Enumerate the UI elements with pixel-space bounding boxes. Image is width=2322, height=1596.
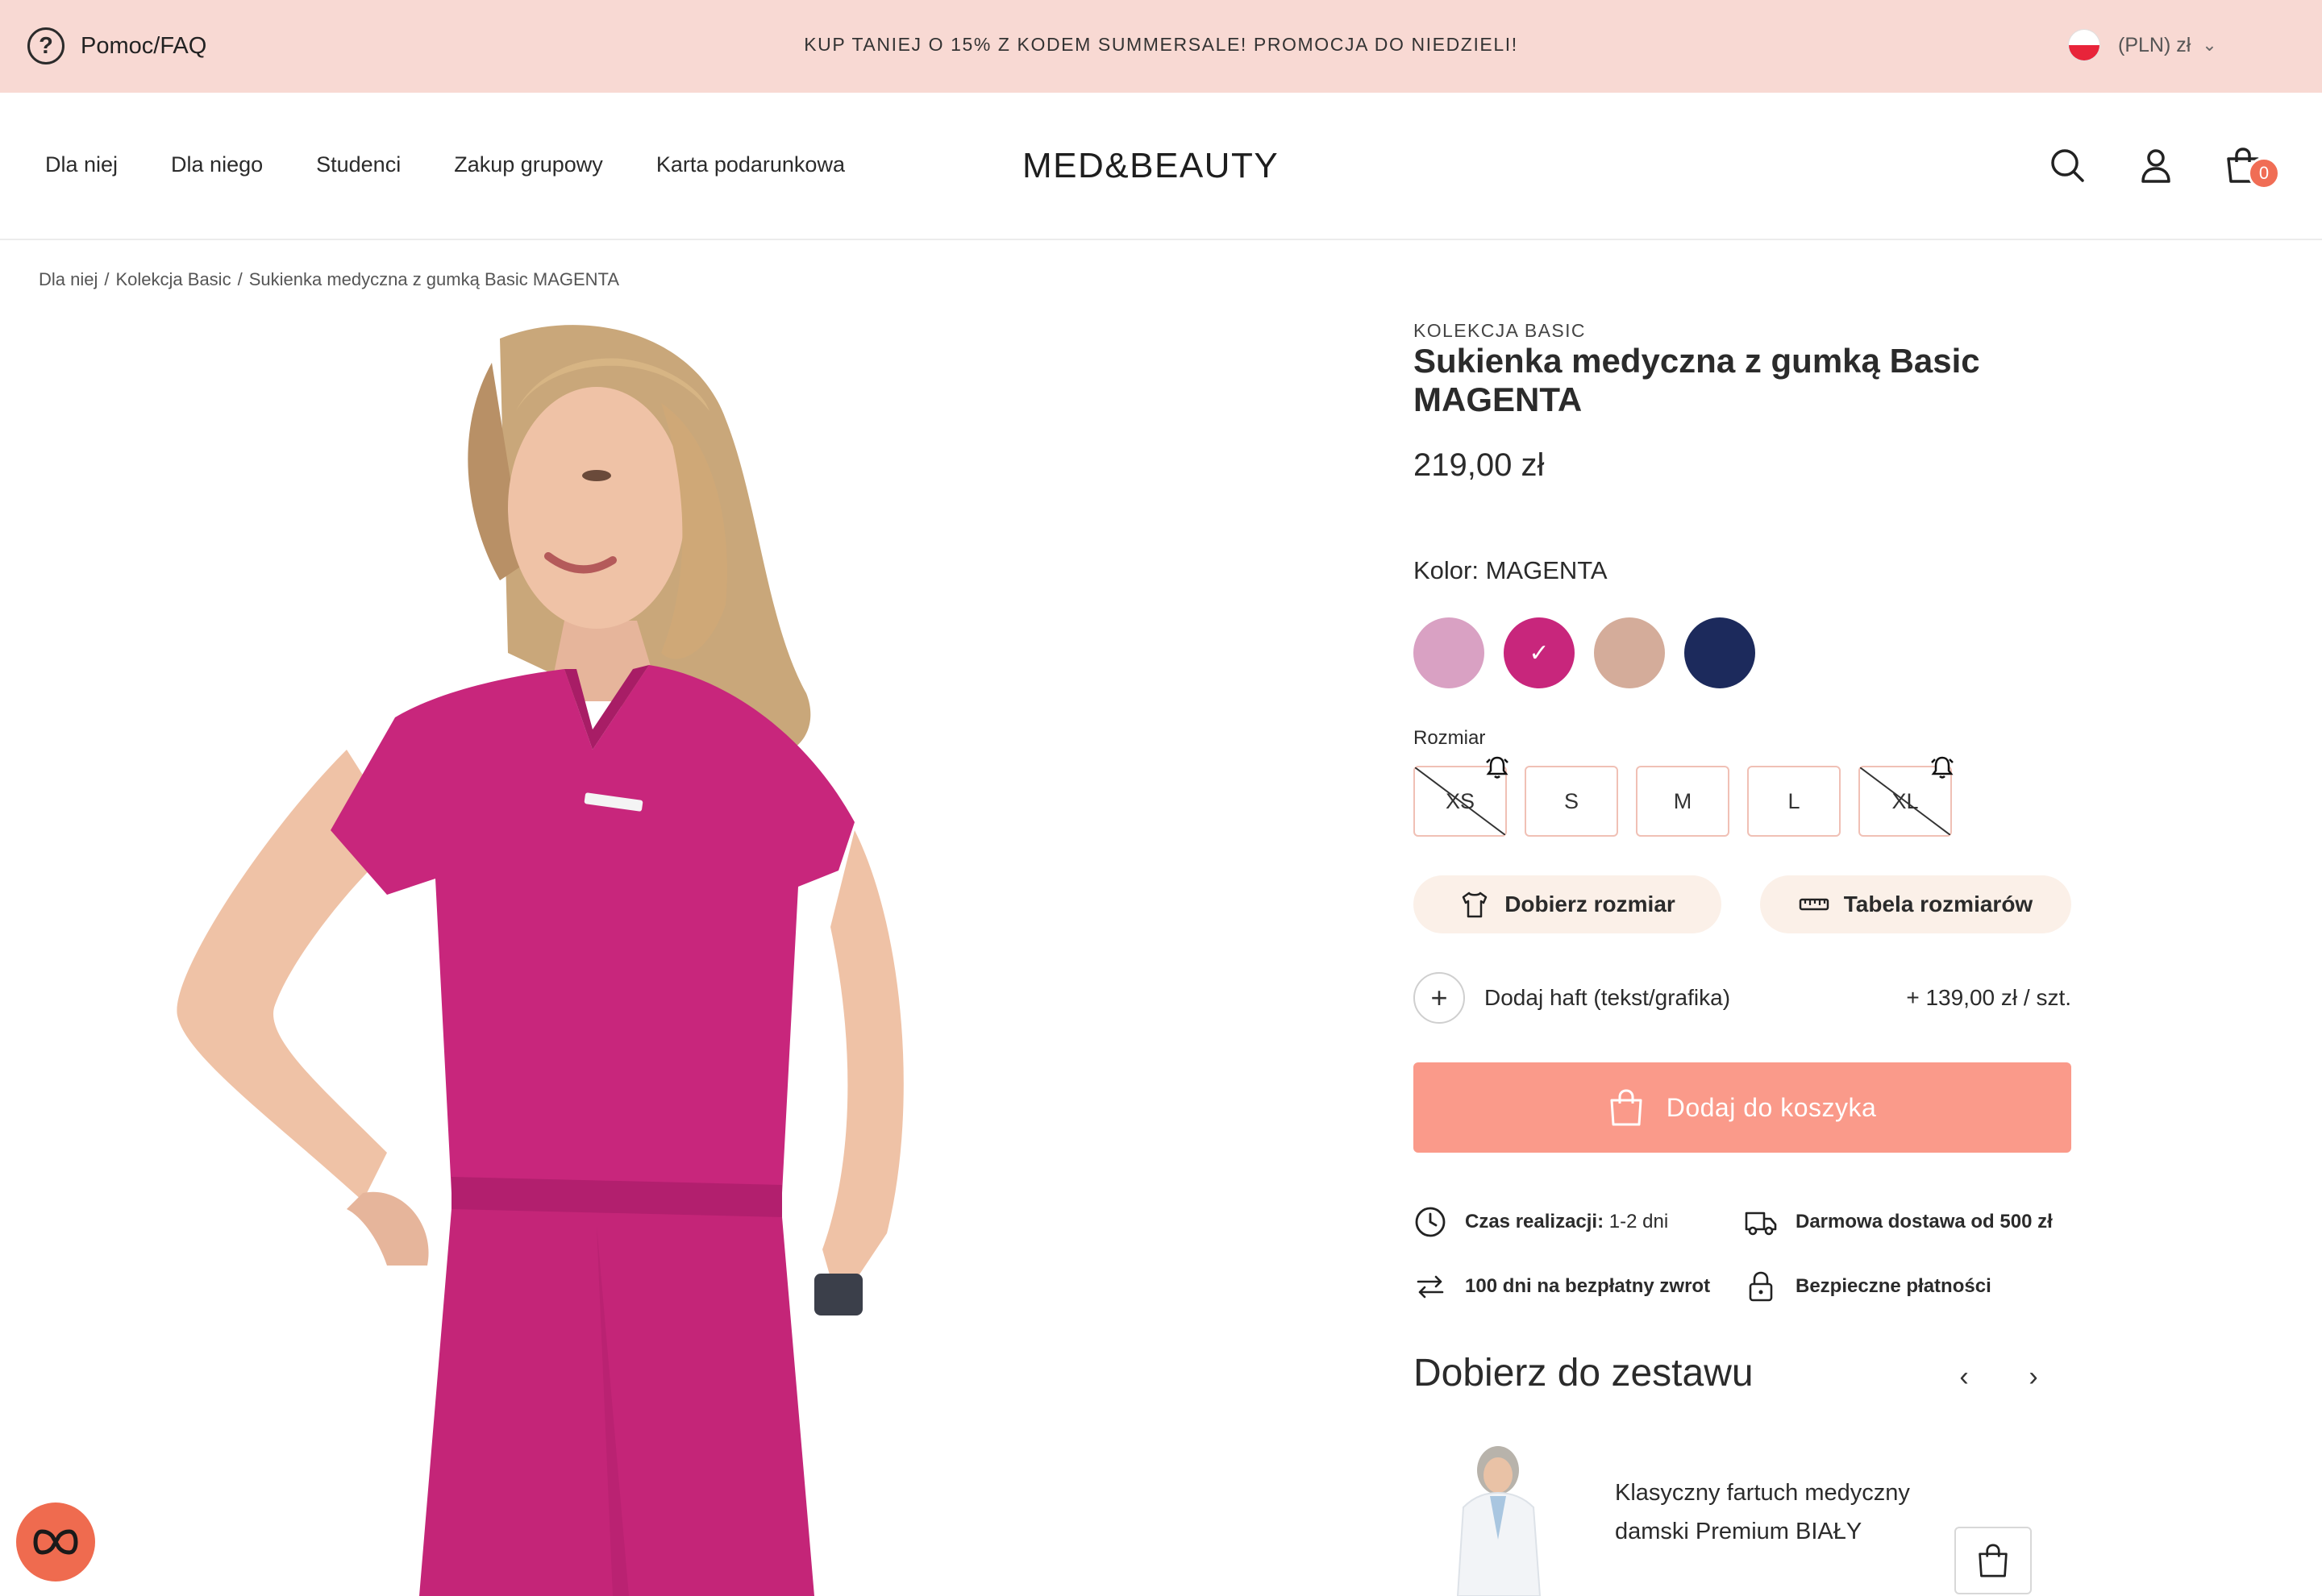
chevron-right-icon: › <box>2029 1361 2038 1392</box>
swatch-magenta[interactable]: ✓ <box>1504 617 1575 688</box>
ruler-icon <box>1799 898 1829 911</box>
tshirt-icon <box>1462 892 1488 918</box>
breadcrumb-separator: / <box>104 269 110 289</box>
product-main-image[interactable] <box>145 314 1113 1596</box>
product-price: 219,00 zł <box>1413 447 1545 483</box>
fit-size-label: Dobierz rozmiar <box>1504 892 1675 916</box>
lead-time-label: Czas realizacji: <box>1465 1211 1604 1232</box>
chevron-left-icon: ‹ <box>1959 1361 1969 1392</box>
swatch-beige[interactable] <box>1594 617 1665 688</box>
clock-icon <box>1415 1207 1446 1237</box>
model-in-white-coat-image <box>1456 1446 1542 1596</box>
feature-lead-time: Czas realizacji: 1-2 dni <box>1413 1205 1668 1239</box>
breadcrumb-separator: / <box>237 269 243 289</box>
product-collection: KOLEKCJA BASIC <box>1413 320 1586 341</box>
size-option-xs[interactable]: XS <box>1413 756 1508 837</box>
carousel-next-button[interactable]: › <box>2017 1361 2049 1393</box>
chat-infinity-icon <box>33 1529 78 1555</box>
truck-icon <box>1745 1212 1777 1236</box>
breadcrumb-current: Sukienka medyczna z gumką Basic MAGENTA <box>248 269 620 289</box>
size-table-button[interactable]: Tabela rozmiarów <box>1760 875 2071 933</box>
feature-returns: 100 dni na bezpłatny zwrot <box>1413 1270 1710 1303</box>
fit-size-button[interactable]: Dobierz rozmiar <box>1413 875 1721 933</box>
breadcrumb: Dla niej / Kolekcja Basic / Sukienka medyczn… <box>39 269 619 290</box>
lead-time-value: 1-2 dni <box>1608 1211 1669 1232</box>
add-embroidery-option[interactable]: + Dodaj haft (tekst/grafika) + 139,00 zł… <box>1413 972 2071 1024</box>
nav-item-karta-podarunkowa[interactable]: Karta podarunkowa <box>656 152 845 177</box>
currency-label: (PLN) zł <box>2118 33 2191 56</box>
feature-shipping: Darmowa dostawa od 500 zł <box>1744 1205 2053 1239</box>
returns-text: 100 dni na bezpłatny zwrot <box>1465 1275 1711 1297</box>
nav-item-dla-niego[interactable]: Dla niego <box>171 152 263 177</box>
plus-icon[interactable]: + <box>1413 972 1465 1024</box>
swatch-lilac[interactable] <box>1413 617 1484 688</box>
feature-payments: Bezpieczne płatności <box>1744 1270 1991 1303</box>
breadcrumb-item[interactable]: Dla niej <box>39 269 98 289</box>
shipping-text: Darmowa dostawa od 500 zł <box>1796 1211 2053 1232</box>
nav-item-studenci[interactable]: Studenci <box>316 152 401 177</box>
size-options: XS S M L XL <box>1413 756 1954 837</box>
size-option-l[interactable]: L <box>1747 766 1841 837</box>
add-to-cart-label: Dodaj do koszyka <box>1666 1092 1877 1122</box>
color-label: Kolor: MAGENTA <box>1413 556 1608 584</box>
size-option-label: S <box>1563 788 1579 813</box>
nav-item-dla-niej[interactable]: Dla niej <box>45 152 118 177</box>
notify-bell-icon[interactable] <box>1484 754 1510 780</box>
set-section-title: Dobierz do zestawu <box>1413 1352 1754 1394</box>
size-option-label: L <box>1787 788 1800 813</box>
embroidery-price: + 139,00 zł / szt. <box>1906 985 2071 1010</box>
lock-icon <box>1749 1271 1773 1302</box>
currency-selector[interactable]: (PLN) zł ⌄ <box>2068 29 2217 61</box>
size-option-xl[interactable]: XL <box>1858 756 1954 837</box>
size-label: Rozmiar <box>1413 727 1486 749</box>
payments-text: Bezpieczne płatności <box>1796 1275 1991 1297</box>
promo-message: KUP TANIEJ O 15% Z KODEM SUMMERSALE! PRO… <box>804 34 1518 55</box>
add-to-cart-button[interactable]: Dodaj do koszyka <box>1413 1062 2071 1153</box>
poland-flag-icon <box>2068 29 2100 61</box>
set-item-image[interactable] <box>1419 1443 1572 1596</box>
site-header: Dla niej Dla niego Studenci Zakup grupow… <box>0 93 2322 240</box>
check-icon: ✓ <box>1529 639 1550 667</box>
set-item-add-to-cart-button[interactable] <box>1954 1527 2032 1594</box>
site-logo[interactable]: MED&BEAUTY <box>1022 146 1279 186</box>
breadcrumb-item[interactable]: Kolekcja Basic <box>116 269 231 289</box>
bag-icon <box>1610 1089 1642 1126</box>
chat-widget-button[interactable] <box>16 1502 95 1581</box>
size-table-label: Tabela rozmiarów <box>1843 892 2033 916</box>
size-option-s[interactable]: S <box>1525 766 1618 837</box>
notify-bell-icon[interactable] <box>1929 754 1955 780</box>
user-icon[interactable] <box>2137 146 2175 185</box>
set-item-name[interactable]: Klasyczny fartuch medyczny damski Premiu… <box>1615 1473 1954 1551</box>
main-nav: Dla niej Dla niego Studenci Zakup grupow… <box>45 152 898 177</box>
chevron-down-icon: ⌄ <box>2202 35 2217 55</box>
size-option-label: M <box>1673 788 1692 813</box>
embroidery-label: Dodaj haft (tekst/grafika) <box>1484 985 1731 1010</box>
bag-icon <box>1979 1544 2008 1577</box>
promo-bar: ? Pomoc/FAQ KUP TANIEJ O 15% Z KODEM SUM… <box>0 0 2322 93</box>
swatch-navy[interactable] <box>1684 617 1755 688</box>
color-swatches: ✓ <box>1413 617 1755 688</box>
size-option-m[interactable]: M <box>1636 766 1729 837</box>
cart-count-badge: 0 <box>2248 157 2280 189</box>
exchange-arrows-icon <box>1417 1275 1444 1299</box>
nav-item-zakup-grupowy[interactable]: Zakup grupowy <box>454 152 603 177</box>
model-in-magenta-dress-image <box>177 325 904 1596</box>
product-title: Sukienka medyczna z gumką Basic MAGENTA <box>1413 342 1980 418</box>
carousel-prev-button[interactable]: ‹ <box>1948 1361 1980 1393</box>
search-icon[interactable] <box>2048 146 2087 185</box>
